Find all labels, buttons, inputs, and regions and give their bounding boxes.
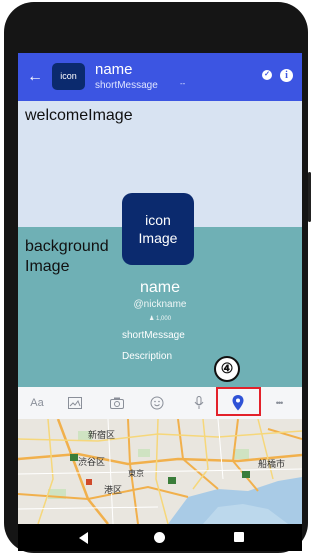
profile-icon-line2: Image bbox=[138, 230, 178, 246]
message-toolbar: Aa ••• bbox=[18, 387, 302, 419]
app-screen: ← icon name shortMessage -- ✓ i welcomeI… bbox=[18, 53, 302, 524]
emoji-icon[interactable] bbox=[146, 395, 168, 411]
background-label-line2: Image bbox=[25, 258, 70, 275]
header-dash: -- bbox=[180, 79, 186, 88]
map-label-minato: 港区 bbox=[104, 484, 122, 496]
map-label-tokyo: 東京 bbox=[128, 468, 144, 478]
text-format-icon[interactable]: Aa bbox=[26, 395, 48, 411]
profile-icon-image[interactable]: icon Image bbox=[122, 193, 194, 265]
nav-back-icon[interactable] bbox=[79, 532, 88, 544]
chat-header: ← icon name shortMessage -- ✓ i bbox=[18, 53, 302, 101]
welcome-image-label: welcomeImage bbox=[25, 107, 133, 124]
header-name: name bbox=[95, 61, 133, 78]
location-highlight-box bbox=[216, 387, 261, 416]
map-preview[interactable]: 新宿区 渋谷区 東京 港区 船橋市 bbox=[18, 419, 302, 524]
map-label-shinjuku: 新宿区 bbox=[88, 429, 115, 441]
profile-icon-line1: icon bbox=[145, 212, 171, 228]
android-navigation-bar bbox=[18, 524, 302, 551]
profile-follower-count: ♟ 1,000 bbox=[148, 316, 172, 322]
arrow-left-icon[interactable]: ← bbox=[25, 67, 45, 87]
callout-number-badge: ④ bbox=[214, 356, 240, 382]
profile-description: Description bbox=[122, 351, 173, 362]
profile-name: name bbox=[139, 279, 181, 296]
camera-icon[interactable] bbox=[106, 395, 128, 411]
more-icon[interactable]: ••• bbox=[268, 395, 290, 411]
header-short-message: shortMessage bbox=[95, 80, 158, 91]
profile-nickname: @nickname bbox=[133, 299, 187, 310]
profile-short-message: shortMessage bbox=[122, 330, 185, 341]
background-image-label: background Image bbox=[25, 237, 125, 277]
nav-recent-apps-icon[interactable] bbox=[234, 532, 244, 542]
info-icon[interactable]: i bbox=[280, 69, 293, 82]
microphone-icon[interactable] bbox=[188, 395, 210, 411]
background-label-line1: background bbox=[25, 238, 109, 255]
check-icon[interactable]: ✓ bbox=[262, 70, 272, 80]
map-label-shibuya: 渋谷区 bbox=[78, 456, 105, 468]
map-label-funabashi: 船橋市 bbox=[258, 458, 285, 470]
image-icon[interactable] bbox=[64, 395, 86, 411]
nav-home-icon[interactable] bbox=[154, 532, 165, 543]
side-button bbox=[308, 172, 311, 222]
header-avatar-icon[interactable]: icon bbox=[52, 63, 85, 90]
